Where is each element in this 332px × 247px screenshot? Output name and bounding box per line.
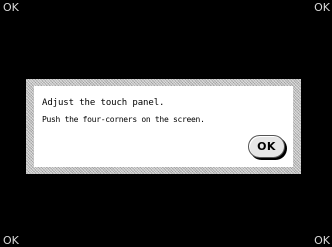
dialog-content: Adjust the touch panel. Push the four-co… xyxy=(34,86,293,167)
dialog-title: Adjust the touch panel. xyxy=(42,98,165,108)
calibration-target-bottom-left[interactable]: OK xyxy=(3,235,19,247)
calibration-dialog: Adjust the touch panel. Push the four-co… xyxy=(26,79,301,174)
ok-button-label: OK xyxy=(257,140,276,153)
calibration-target-top-left[interactable]: OK xyxy=(3,2,19,14)
calibration-target-bottom-right[interactable]: OK xyxy=(314,235,330,247)
calibration-target-top-right[interactable]: OK xyxy=(314,2,330,14)
ok-button[interactable]: OK xyxy=(248,135,285,158)
dialog-instruction: Push the four-corners on the screen. xyxy=(42,115,205,124)
